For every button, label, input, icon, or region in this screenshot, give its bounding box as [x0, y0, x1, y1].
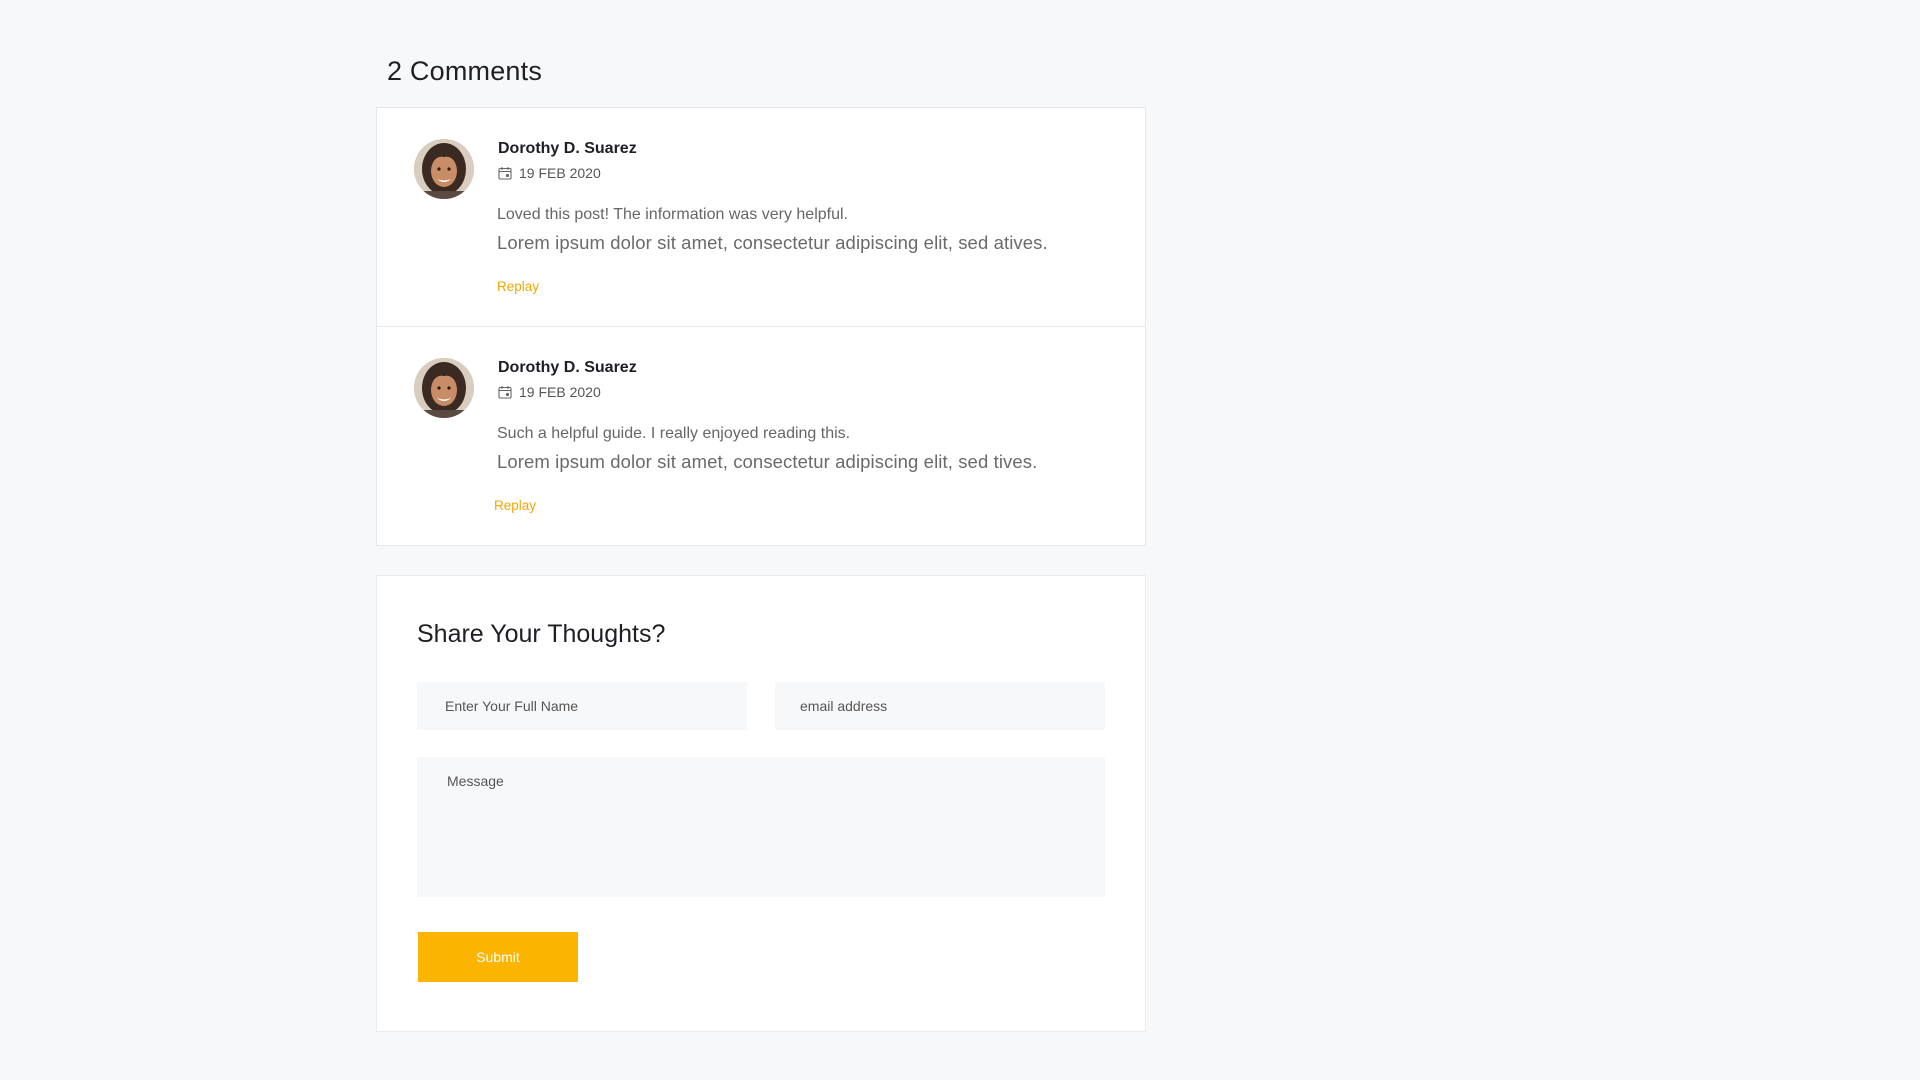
email-input[interactable]: [775, 682, 1105, 730]
calendar-icon: [498, 386, 512, 399]
submit-button[interactable]: Submit: [418, 932, 578, 982]
comments-count-heading: 2 Comments: [387, 56, 543, 86]
comment-item: Dorothy D. Suarez 19 FEB 2020 Loved this…: [377, 108, 1145, 327]
calendar-icon: [498, 167, 512, 180]
woman-portrait-avatar-icon: [414, 358, 474, 418]
avatar: [414, 358, 474, 418]
form-title: Share Your Thoughts?: [417, 620, 666, 648]
comment-author: Dorothy D. Suarez: [498, 140, 637, 157]
reply-link[interactable]: Replay: [494, 498, 536, 513]
comment-date-text: 19 FEB 2020: [519, 384, 601, 400]
comment-author: Dorothy D. Suarez: [498, 359, 637, 376]
comment-date: 19 FEB 2020: [498, 384, 601, 400]
comment-form: Share Your Thoughts? Submit: [376, 575, 1146, 1032]
comment-date: 19 FEB 2020: [498, 165, 601, 181]
full-name-input[interactable]: [417, 682, 747, 730]
message-textarea[interactable]: [417, 757, 1105, 897]
woman-portrait-avatar-icon: [414, 139, 474, 199]
reply-link[interactable]: Replay: [497, 279, 539, 294]
comment-text: Loved this post! The information was ver…: [497, 206, 848, 223]
comment-text-secondary: Lorem ipsum dolor sit amet, consectetur …: [497, 232, 1048, 253]
comment-item: Dorothy D. Suarez 19 FEB 2020 Such a hel…: [377, 327, 1145, 545]
avatar: [414, 139, 474, 199]
comment-date-text: 19 FEB 2020: [519, 165, 601, 181]
comments-list: Dorothy D. Suarez 19 FEB 2020 Loved this…: [376, 107, 1146, 546]
comment-text-secondary: Lorem ipsum dolor sit amet, consectetur …: [497, 451, 1038, 472]
comment-text: Such a helpful guide. I really enjoyed r…: [497, 425, 851, 442]
